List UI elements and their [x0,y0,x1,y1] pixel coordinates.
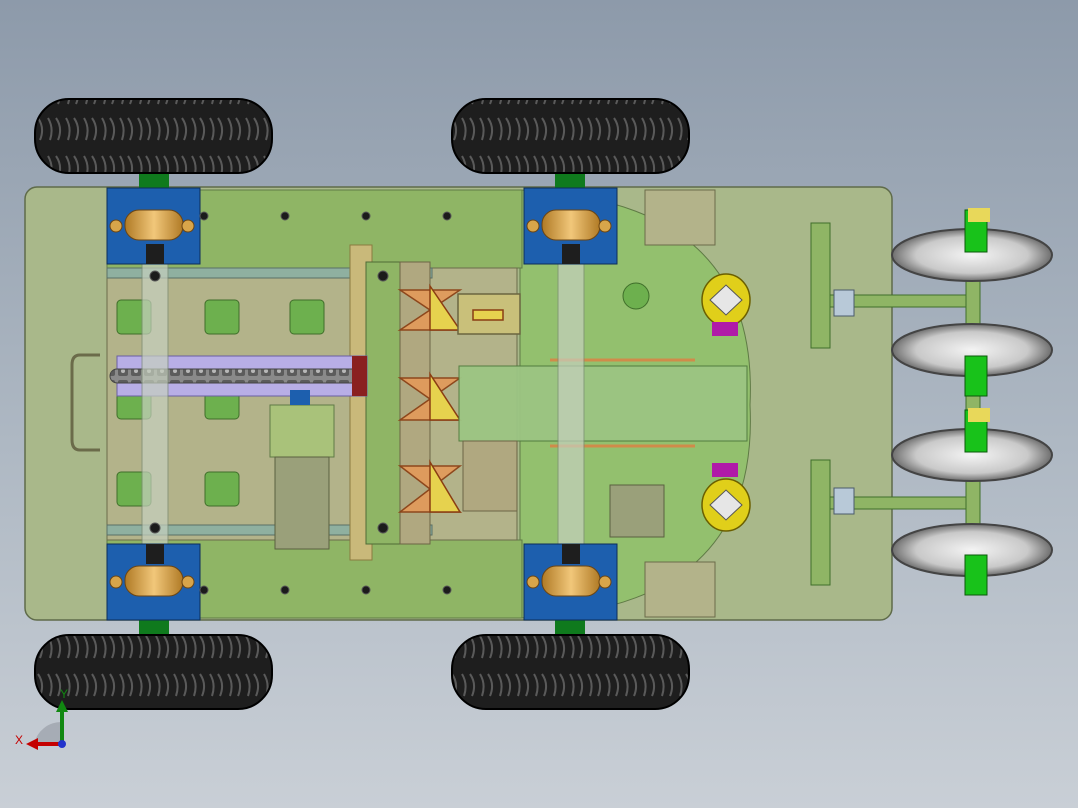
graphics-viewport[interactable]: X Y [0,0,1078,808]
model-svg[interactable] [0,0,1078,808]
bearing-block-front-right[interactable] [523,543,618,621]
bearing-block-rear-right[interactable] [106,543,201,621]
coordinate-triad-icon [26,700,68,750]
disc-1[interactable] [891,208,1053,282]
bearing-block-rear-left[interactable] [106,187,201,265]
tire-rear-right[interactable] [34,634,273,710]
bearing-block-front-left[interactable] [523,187,618,265]
disc-4[interactable] [891,523,1053,596]
drive-motor[interactable] [269,390,335,550]
tire-front-right[interactable] [451,634,690,710]
tire-front-left[interactable] [451,98,690,174]
triad-y-label: Y [60,687,69,701]
disc-2[interactable] [891,323,1053,397]
tire-rear-left[interactable] [34,98,273,174]
triad-x-label: X [15,733,24,747]
disc-3[interactable] [891,408,1053,482]
